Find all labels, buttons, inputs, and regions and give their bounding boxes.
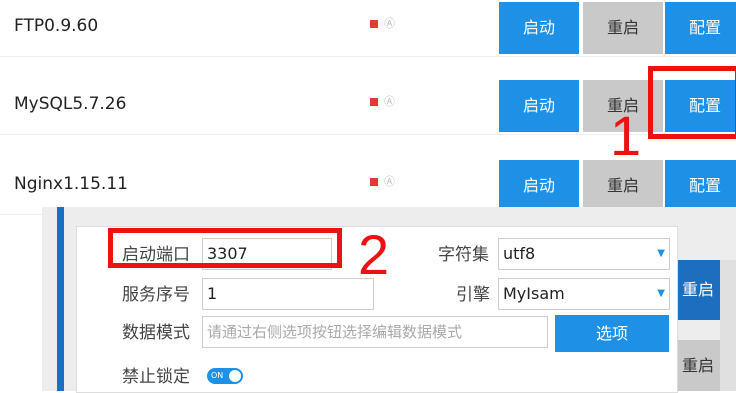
- service-name: FTP0.9.60: [14, 16, 99, 36]
- start-button[interactable]: 启动: [499, 80, 579, 132]
- restart-button[interactable]: 重启: [583, 2, 663, 54]
- restart-button[interactable]: 重启: [583, 160, 663, 212]
- dropdown-arrow-icon: ▼: [657, 248, 665, 259]
- status-icon: Ⓐ: [384, 95, 395, 108]
- service-name: Nginx1.15.11: [14, 174, 128, 194]
- mode-placeholder: 请通过右侧选项按钮选择编辑数据模式: [207, 323, 463, 341]
- mode-label: 数据模式: [122, 323, 190, 343]
- config-button[interactable]: 配置: [665, 160, 736, 212]
- status-indicator: [370, 178, 378, 186]
- status-indicator: [370, 20, 378, 28]
- service-name: MySQL5.7.26: [14, 94, 127, 114]
- status-indicator: [370, 98, 378, 106]
- background-restart-button[interactable]: 重启: [676, 340, 720, 391]
- server-id-value: 1: [207, 284, 218, 303]
- charset-select[interactable]: utf8 ▼: [498, 238, 670, 270]
- engine-label: 引擎: [456, 285, 490, 305]
- engine-value: MyIsam: [503, 284, 565, 303]
- start-button[interactable]: 启动: [499, 2, 579, 54]
- choose-button[interactable]: 选项: [555, 315, 669, 352]
- mode-input[interactable]: 请通过右侧选项按钮选择编辑数据模式: [202, 316, 548, 348]
- engine-select[interactable]: MyIsam ▼: [498, 278, 670, 310]
- service-row-ftp: FTP0.9.60 Ⓐ 启动 重启 配置: [0, 0, 736, 57]
- annotation-box-1: [648, 66, 736, 139]
- background-scroll-area: [720, 260, 736, 391]
- background-strip: [57, 207, 64, 391]
- toggle-knob: [229, 370, 241, 382]
- annotation-number-2: 2: [358, 223, 390, 286]
- status-icon: Ⓐ: [384, 175, 395, 188]
- charset-value: utf8: [503, 244, 536, 263]
- annotation-box-2: [108, 228, 342, 268]
- dropdown-arrow-icon: ▼: [657, 288, 665, 299]
- toggle-state: ON: [211, 371, 224, 380]
- server-id-label: 服务序号: [122, 285, 190, 305]
- config-button[interactable]: 配置: [665, 2, 736, 54]
- background-restart-button[interactable]: 重启: [676, 260, 720, 320]
- server-id-input[interactable]: 1: [202, 278, 374, 310]
- lock-toggle[interactable]: ON: [207, 368, 243, 384]
- lock-label: 禁止锁定: [122, 367, 190, 387]
- charset-label: 字符集: [438, 245, 489, 265]
- annotation-number-1: 1: [610, 104, 642, 167]
- start-button[interactable]: 启动: [499, 160, 579, 212]
- status-icon: Ⓐ: [384, 17, 395, 30]
